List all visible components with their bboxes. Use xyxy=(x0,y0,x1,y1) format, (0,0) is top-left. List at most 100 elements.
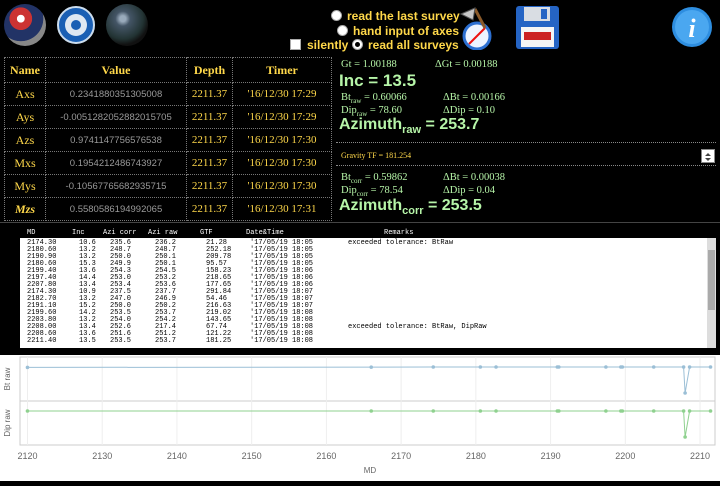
table-row: Axs 0.2341880351305008 2211.37 '16/12/30… xyxy=(4,82,332,106)
divider xyxy=(336,142,716,143)
sensor-value: 0.2341880351305008 xyxy=(45,82,187,106)
log-header-azi-raw: Azi raw xyxy=(148,229,178,237)
sensor-timer: '16/12/30 17:30 xyxy=(232,128,332,152)
radio-button[interactable] xyxy=(331,10,342,21)
plot-panel-frame xyxy=(19,400,716,446)
sensor-value: 0.1954212486743927 xyxy=(45,151,187,175)
radio-button[interactable] xyxy=(337,25,348,36)
data-point xyxy=(369,409,374,413)
language-flag-icon[interactable] xyxy=(4,4,46,46)
x-tick-label: 2210 xyxy=(690,451,710,461)
x-tick-label: 2160 xyxy=(316,451,336,461)
log-row[interactable]: 2211.40 13.5 253.5 253.7 181.25 '17/05/19 18:… xyxy=(27,338,707,345)
bt-dip-plot: 2120 2130 2140 2150 2160 2170 2180 2190 2200 2210… xyxy=(0,355,720,481)
x-tick-label: 2190 xyxy=(541,451,561,461)
data-point xyxy=(708,409,713,413)
log-header-azi-corr: Azi corr xyxy=(103,229,137,237)
data-point xyxy=(681,365,686,369)
data-point xyxy=(25,409,30,413)
sensor-values-table: Name Value Depth Timer Axs 0.23418803513… xyxy=(4,57,332,221)
log-cell: exceeded tolerance: BtRaw, DipRaw xyxy=(348,323,487,331)
table-row: Mys -0.10567765682935715 2211.37 '16/12/… xyxy=(4,174,332,198)
data-point xyxy=(478,365,483,369)
log-cell: 253.7 xyxy=(155,337,177,345)
table-row: Ays -0.0051282052882015705 2211.37 '16/1… xyxy=(4,105,332,129)
data-point xyxy=(620,409,625,413)
sensor-depth: 2211.37 xyxy=(186,105,233,129)
azimuth-raw-value: Azimuthraw = 253.7 xyxy=(339,116,480,137)
plot-panel-frame xyxy=(19,356,716,402)
delta-dip-corr-value: ΔDip = 0.04 xyxy=(443,185,496,196)
x-axis-label: MD xyxy=(364,466,377,475)
sensor-name: Axs xyxy=(4,82,46,106)
x-tick-label: 2180 xyxy=(466,451,486,461)
log-cell: 2211.40 xyxy=(27,337,57,345)
data-point xyxy=(557,409,561,413)
x-tick-label: 2200 xyxy=(615,451,635,461)
data-point xyxy=(683,391,687,395)
data-point xyxy=(25,365,30,370)
column-header-timer: Timer xyxy=(232,57,332,83)
x-tick-label: 2140 xyxy=(167,451,187,461)
sensor-depth: 2211.37 xyxy=(186,82,233,106)
settings-gear-icon[interactable] xyxy=(55,4,97,46)
x-tick-label: 2120 xyxy=(17,451,37,461)
sensor-timer: '16/12/30 17:29 xyxy=(232,82,332,106)
save-floppy-icon[interactable] xyxy=(515,5,560,50)
radio-read-all-surveys[interactable]: read all surveys xyxy=(352,38,459,52)
log-cell: 13.5 xyxy=(79,337,96,345)
globe-icon[interactable] xyxy=(106,4,148,46)
column-header-name: Name xyxy=(4,57,46,83)
data-point xyxy=(604,409,608,413)
data-point xyxy=(478,409,483,413)
delta-dip-raw-value: ΔDip = 0.10 xyxy=(443,105,496,116)
checkbox[interactable] xyxy=(290,39,301,50)
y-axis-label: Bt raw xyxy=(3,367,12,390)
sensor-value: 0.9741147756576538 xyxy=(45,128,187,152)
table-row: Mxs 0.1954212486743927 2211.37 '16/12/30… xyxy=(4,151,332,175)
survey-log-list[interactable]: 2174.30 10.6 235.6 236.2 21.28'17/05/19 18:0… xyxy=(20,238,707,348)
data-point xyxy=(651,365,656,369)
delta-gt-value: ΔGt = 0.00188 xyxy=(435,59,498,70)
divider xyxy=(336,165,716,166)
log-cell: 253.5 xyxy=(110,337,132,345)
column-header-value: Value xyxy=(45,57,187,83)
data-point xyxy=(494,409,498,413)
stepper-arrows-icon xyxy=(705,153,711,161)
scrollbar-thumb[interactable] xyxy=(708,250,715,310)
sensor-name: Ays xyxy=(4,105,46,129)
sensor-depth: 2211.37 xyxy=(186,128,233,152)
info-icon[interactable]: i xyxy=(671,6,713,48)
series-line xyxy=(27,410,711,438)
log-cell: exceeded tolerance: BtRaw xyxy=(348,239,454,247)
y-axis-label: Dip raw xyxy=(3,409,12,436)
data-point xyxy=(651,409,656,413)
compass-tool-icon[interactable] xyxy=(455,6,501,51)
bt-raw-value: Btraw = 0.60066 xyxy=(341,92,407,106)
gt-value: Gt = 1.00188 xyxy=(341,59,397,70)
sensor-timer: '16/12/30 17:30 xyxy=(232,174,332,198)
x-tick-label: 2150 xyxy=(242,451,262,461)
radio-hand-input[interactable]: hand input of axes xyxy=(337,24,459,38)
data-point xyxy=(687,409,692,413)
data-point xyxy=(681,409,686,413)
log-cell: 181.25 xyxy=(206,337,232,345)
checkbox-silently[interactable]: silently xyxy=(290,38,348,52)
sensor-depth: 2211.37 xyxy=(186,151,233,175)
table-row: Azs 0.9741147756576538 2211.37 '16/12/30… xyxy=(4,128,332,152)
series-line xyxy=(27,366,711,394)
data-point xyxy=(369,365,374,369)
data-point xyxy=(431,365,436,369)
sensor-timer: '16/12/30 17:30 xyxy=(232,151,332,175)
sensor-value: 0.5580586194992065 xyxy=(45,197,187,221)
log-scrollbar[interactable] xyxy=(707,238,716,348)
gravity-tf-value: Gravity TF = 181.254 xyxy=(341,151,412,160)
gravity-tf-stepper[interactable] xyxy=(701,149,715,163)
sensor-name: Azs xyxy=(4,128,46,152)
inclination-value: Inc = 13.5 xyxy=(339,71,417,90)
sensor-name: Mxs xyxy=(4,151,46,175)
table-row: Mzs 0.5580586194992065 2211.37 '16/12/30… xyxy=(4,197,332,221)
radio-button-selected[interactable] xyxy=(352,39,363,50)
data-point xyxy=(620,365,625,369)
radio-read-last-survey[interactable]: read the last survey xyxy=(331,9,460,23)
